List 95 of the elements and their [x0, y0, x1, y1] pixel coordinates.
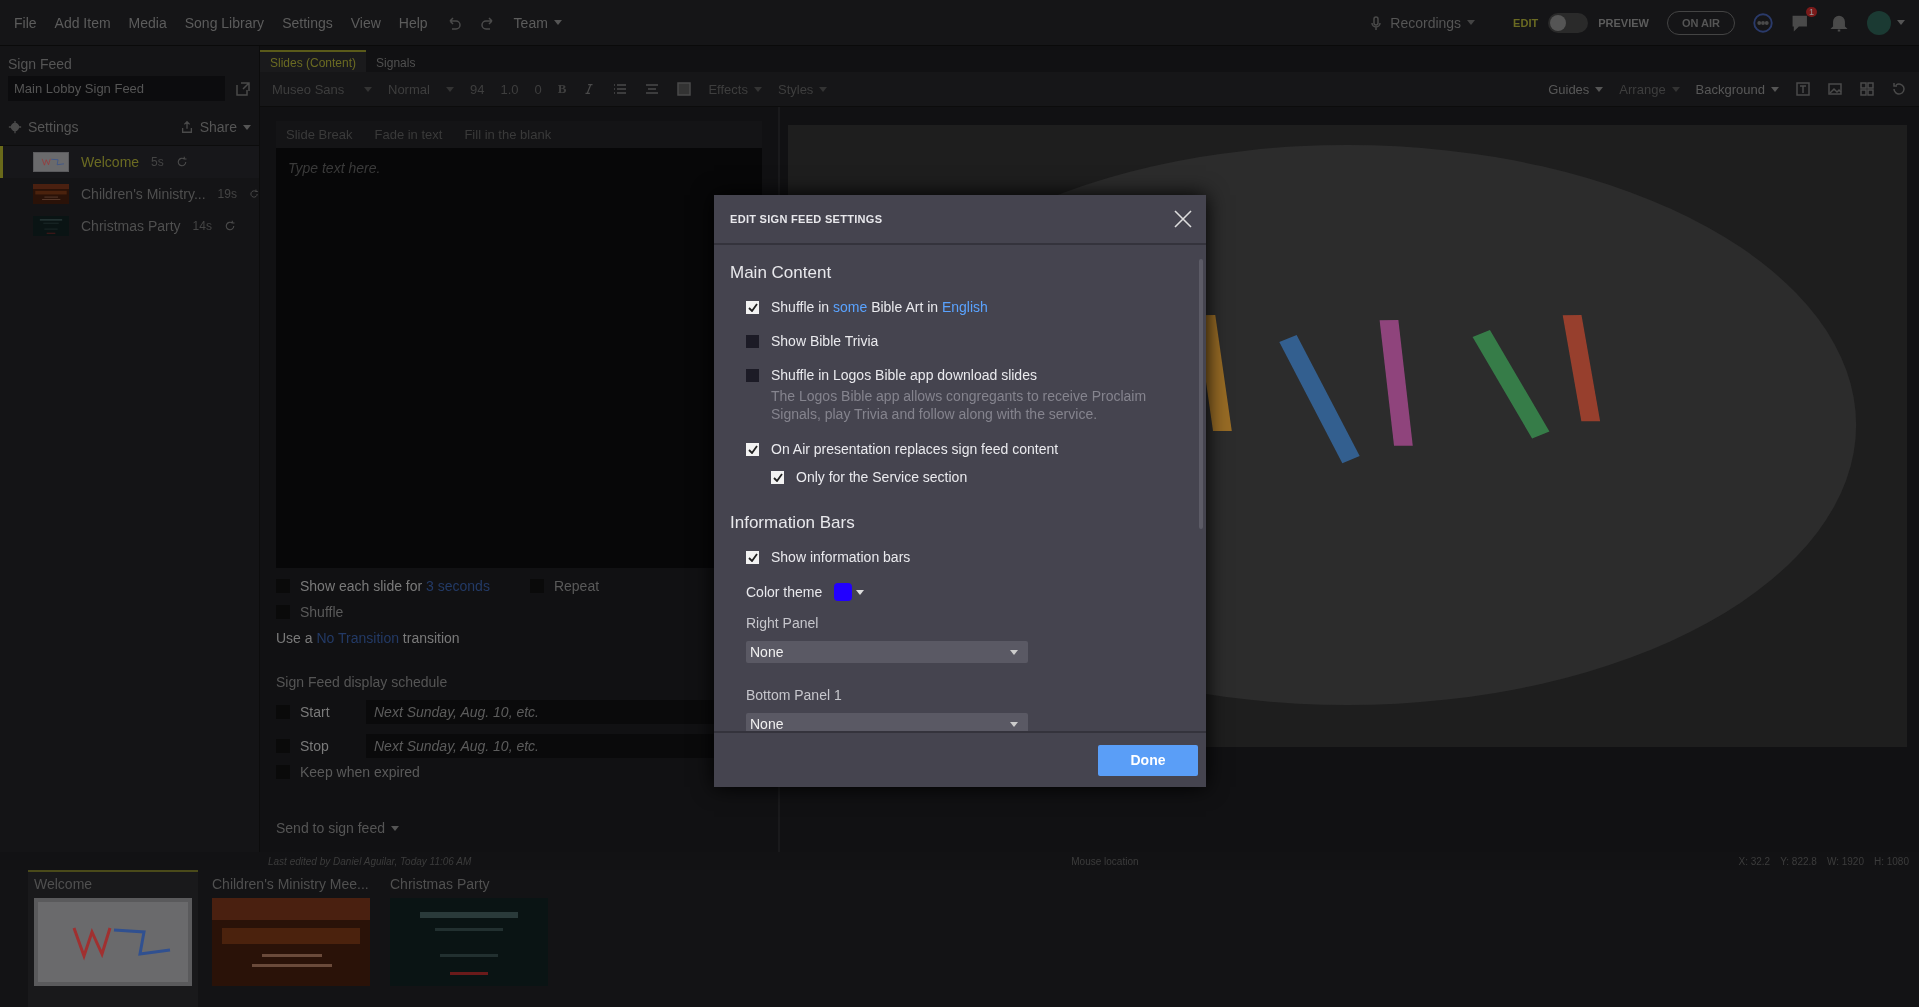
section-title: Sign Feed display schedule — [276, 674, 449, 690]
slide-thumbnail[interactable]: Children's Ministry Mee... — [206, 870, 376, 1007]
caret-icon — [553, 20, 562, 25]
caret-icon — [1671, 86, 1680, 92]
notification-badge: 1 — [1806, 6, 1817, 17]
align-icon[interactable] — [644, 81, 661, 97]
caret-icon — [243, 124, 251, 130]
menu-item[interactable]: Help — [398, 14, 428, 31]
option-label: Repeat — [553, 578, 600, 594]
share-icon[interactable] — [179, 120, 194, 134]
menu-item[interactable]: View — [350, 14, 381, 31]
checkbox[interactable] — [746, 369, 759, 382]
caret-icon — [1010, 649, 1018, 655]
caret-icon — [446, 86, 454, 92]
option-label: Shuffle in Logos Bible app download slides — [771, 367, 1037, 383]
option-label: Keep when expired — [300, 764, 420, 780]
option-label: Start — [300, 704, 331, 720]
reset-icon[interactable] — [1891, 81, 1907, 97]
option-label: Only for the Service section — [796, 469, 968, 486]
item-name: Christmas Party — [81, 218, 181, 234]
option-label: Shuffle — [300, 604, 344, 620]
dropdown[interactable]: None — [746, 713, 1028, 731]
menu-item[interactable]: File — [14, 14, 37, 31]
close-icon[interactable] — [1174, 210, 1192, 228]
redo-icon[interactable] — [479, 14, 496, 31]
checkbox[interactable] — [746, 335, 759, 348]
caret-icon — [391, 825, 399, 831]
checkbox[interactable] — [746, 443, 759, 457]
tab[interactable]: Slides (Content) — [260, 50, 367, 72]
field-label: Right Panel — [746, 615, 820, 632]
image-icon[interactable] — [1827, 81, 1843, 97]
refresh-icon[interactable] — [175, 156, 188, 168]
color-swatch[interactable] — [834, 583, 853, 602]
list-icon[interactable] — [612, 81, 629, 97]
preview-label: PREVIEW — [1598, 16, 1649, 29]
item-name: Children's Ministry... — [81, 186, 206, 202]
gear-icon[interactable] — [8, 120, 22, 134]
option-label: Show Bible Trivia — [771, 333, 879, 349]
caret-icon — [364, 86, 372, 92]
refresh-icon[interactable] — [223, 220, 236, 232]
option-label: Show each slide for 3 seconds — [300, 578, 490, 594]
slide-title: Christmas Party — [390, 876, 490, 892]
link[interactable]: 3 seconds — [426, 578, 490, 594]
option-label: On Air presentation replaces sign feed content — [771, 441, 1059, 458]
menu-item[interactable]: Song Library — [184, 14, 265, 31]
refresh-icon[interactable] — [248, 188, 259, 200]
section-title: Main Content — [730, 263, 833, 283]
dropdown[interactable]: None — [746, 641, 1028, 664]
link[interactable]: No Transition — [316, 630, 399, 646]
settings-button[interactable]: Settings — [8, 119, 79, 135]
caret-icon — [1595, 86, 1604, 92]
slide-thumbnail[interactable]: Christmas Party — [384, 870, 554, 1007]
avatar[interactable] — [1867, 10, 1891, 35]
caret-icon — [819, 86, 828, 92]
text-box-icon[interactable] — [1795, 81, 1811, 97]
caret-icon — [1467, 20, 1476, 25]
section-title: Information Bars — [730, 513, 856, 534]
link[interactable]: some — [833, 299, 868, 315]
done-button[interactable]: Done — [1098, 744, 1198, 776]
grid-icon[interactable] — [1859, 81, 1875, 97]
edit-label: EDIT — [1513, 16, 1539, 29]
more-icon[interactable] — [1753, 12, 1773, 33]
option-label: Show information bars — [771, 549, 911, 566]
share-button[interactable]: Share — [179, 119, 251, 135]
item-name: Welcome — [81, 154, 140, 170]
new-window-icon[interactable] — [235, 80, 251, 97]
guides-dropdown[interactable]: Guides — [1548, 81, 1604, 97]
option-label: Color theme — [746, 584, 823, 601]
checkbox[interactable] — [746, 551, 759, 565]
option-label: Use a No Transition transition — [276, 630, 460, 646]
caret-icon — [1010, 721, 1018, 727]
checkbox[interactable] — [771, 471, 784, 485]
send-dropdown[interactable]: Send to sign feed — [276, 820, 762, 836]
menu-item[interactable]: Media — [128, 14, 167, 31]
feed-name-field[interactable]: Main Lobby Sign Feed — [8, 76, 225, 101]
mode-toggle[interactable] — [1548, 12, 1589, 33]
link[interactable]: English — [941, 299, 988, 315]
menu-item[interactable]: Add Item — [54, 14, 111, 31]
panel-title: Sign Feed — [7, 55, 73, 74]
checkbox[interactable] — [746, 301, 759, 314]
option-label: Stop — [300, 738, 330, 754]
caret-icon — [856, 589, 865, 595]
slide-title: Children's Ministry Mee... — [212, 876, 369, 892]
team-menu[interactable]: Team — [513, 14, 562, 31]
background-dropdown[interactable]: Background — [1695, 81, 1779, 97]
caret-icon — [1897, 20, 1905, 25]
tab[interactable]: Signals — [366, 50, 426, 72]
caret-icon — [1771, 86, 1779, 92]
menu-item[interactable]: Settings — [282, 14, 333, 31]
recordings-menu[interactable]: Recordings — [1368, 14, 1476, 31]
dialog-title: EDIT SIGN FEED SETTINGS — [730, 213, 883, 225]
option-description: The Logos Bible app allows congregants to receive Proclaim Signals, play Trivia and follow along with the service. — [771, 387, 1148, 424]
caret-icon — [753, 86, 762, 92]
option-label: Shuffle in some Bible Art in English — [771, 299, 988, 315]
color-icon[interactable] — [676, 81, 693, 97]
